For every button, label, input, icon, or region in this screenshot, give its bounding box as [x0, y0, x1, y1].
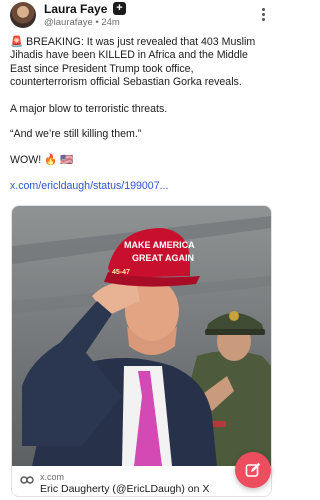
post-paragraph: 🚨 BREAKING: It was just revealed that 40… — [10, 36, 256, 89]
cap-text-top: MAKE AMERICA — [124, 240, 195, 250]
edit-icon — [245, 462, 261, 477]
more-options-icon[interactable] — [256, 6, 270, 24]
card-footer[interactable]: x.com Eric Daugherty (@EricLDaugh) on X — [12, 468, 271, 496]
post-header: Laura Faye + @laurafaye • 24m — [0, 0, 282, 34]
plus-badge-icon: + — [113, 2, 126, 15]
post-paragraph: A major blow to terroristic threats. — [10, 103, 168, 115]
meta-separator: • — [95, 17, 99, 28]
author-avatar[interactable] — [10, 2, 36, 28]
link-preview-card[interactable]: MAKE AMERICA GREAT AGAIN 45-47 x.com Eri… — [11, 205, 272, 497]
compose-button[interactable] — [235, 452, 271, 488]
post-time: 24m — [101, 17, 120, 28]
cap-text-bottom: GREAT AGAIN — [132, 253, 194, 263]
card-title[interactable]: Eric Daugherty (@EricLDaugh) on X — [40, 483, 209, 495]
post-link[interactable]: x.com/ericldaugh/status/199007... — [10, 180, 168, 193]
author-meta: @laurafaye • 24m — [44, 17, 120, 28]
link-icon — [20, 476, 34, 484]
post-paragraph: “And we’re still killing them.” — [10, 128, 142, 140]
author-handle[interactable]: @laurafaye — [44, 17, 93, 28]
card-domain: x.com — [40, 472, 65, 482]
cap-side-text: 45-47 — [112, 269, 130, 276]
post-paragraph: WOW! 🔥 🇺🇸 — [10, 154, 74, 166]
preview-image: MAKE AMERICA GREAT AGAIN 45-47 — [12, 206, 271, 466]
author-name[interactable]: Laura Faye — [44, 2, 107, 16]
